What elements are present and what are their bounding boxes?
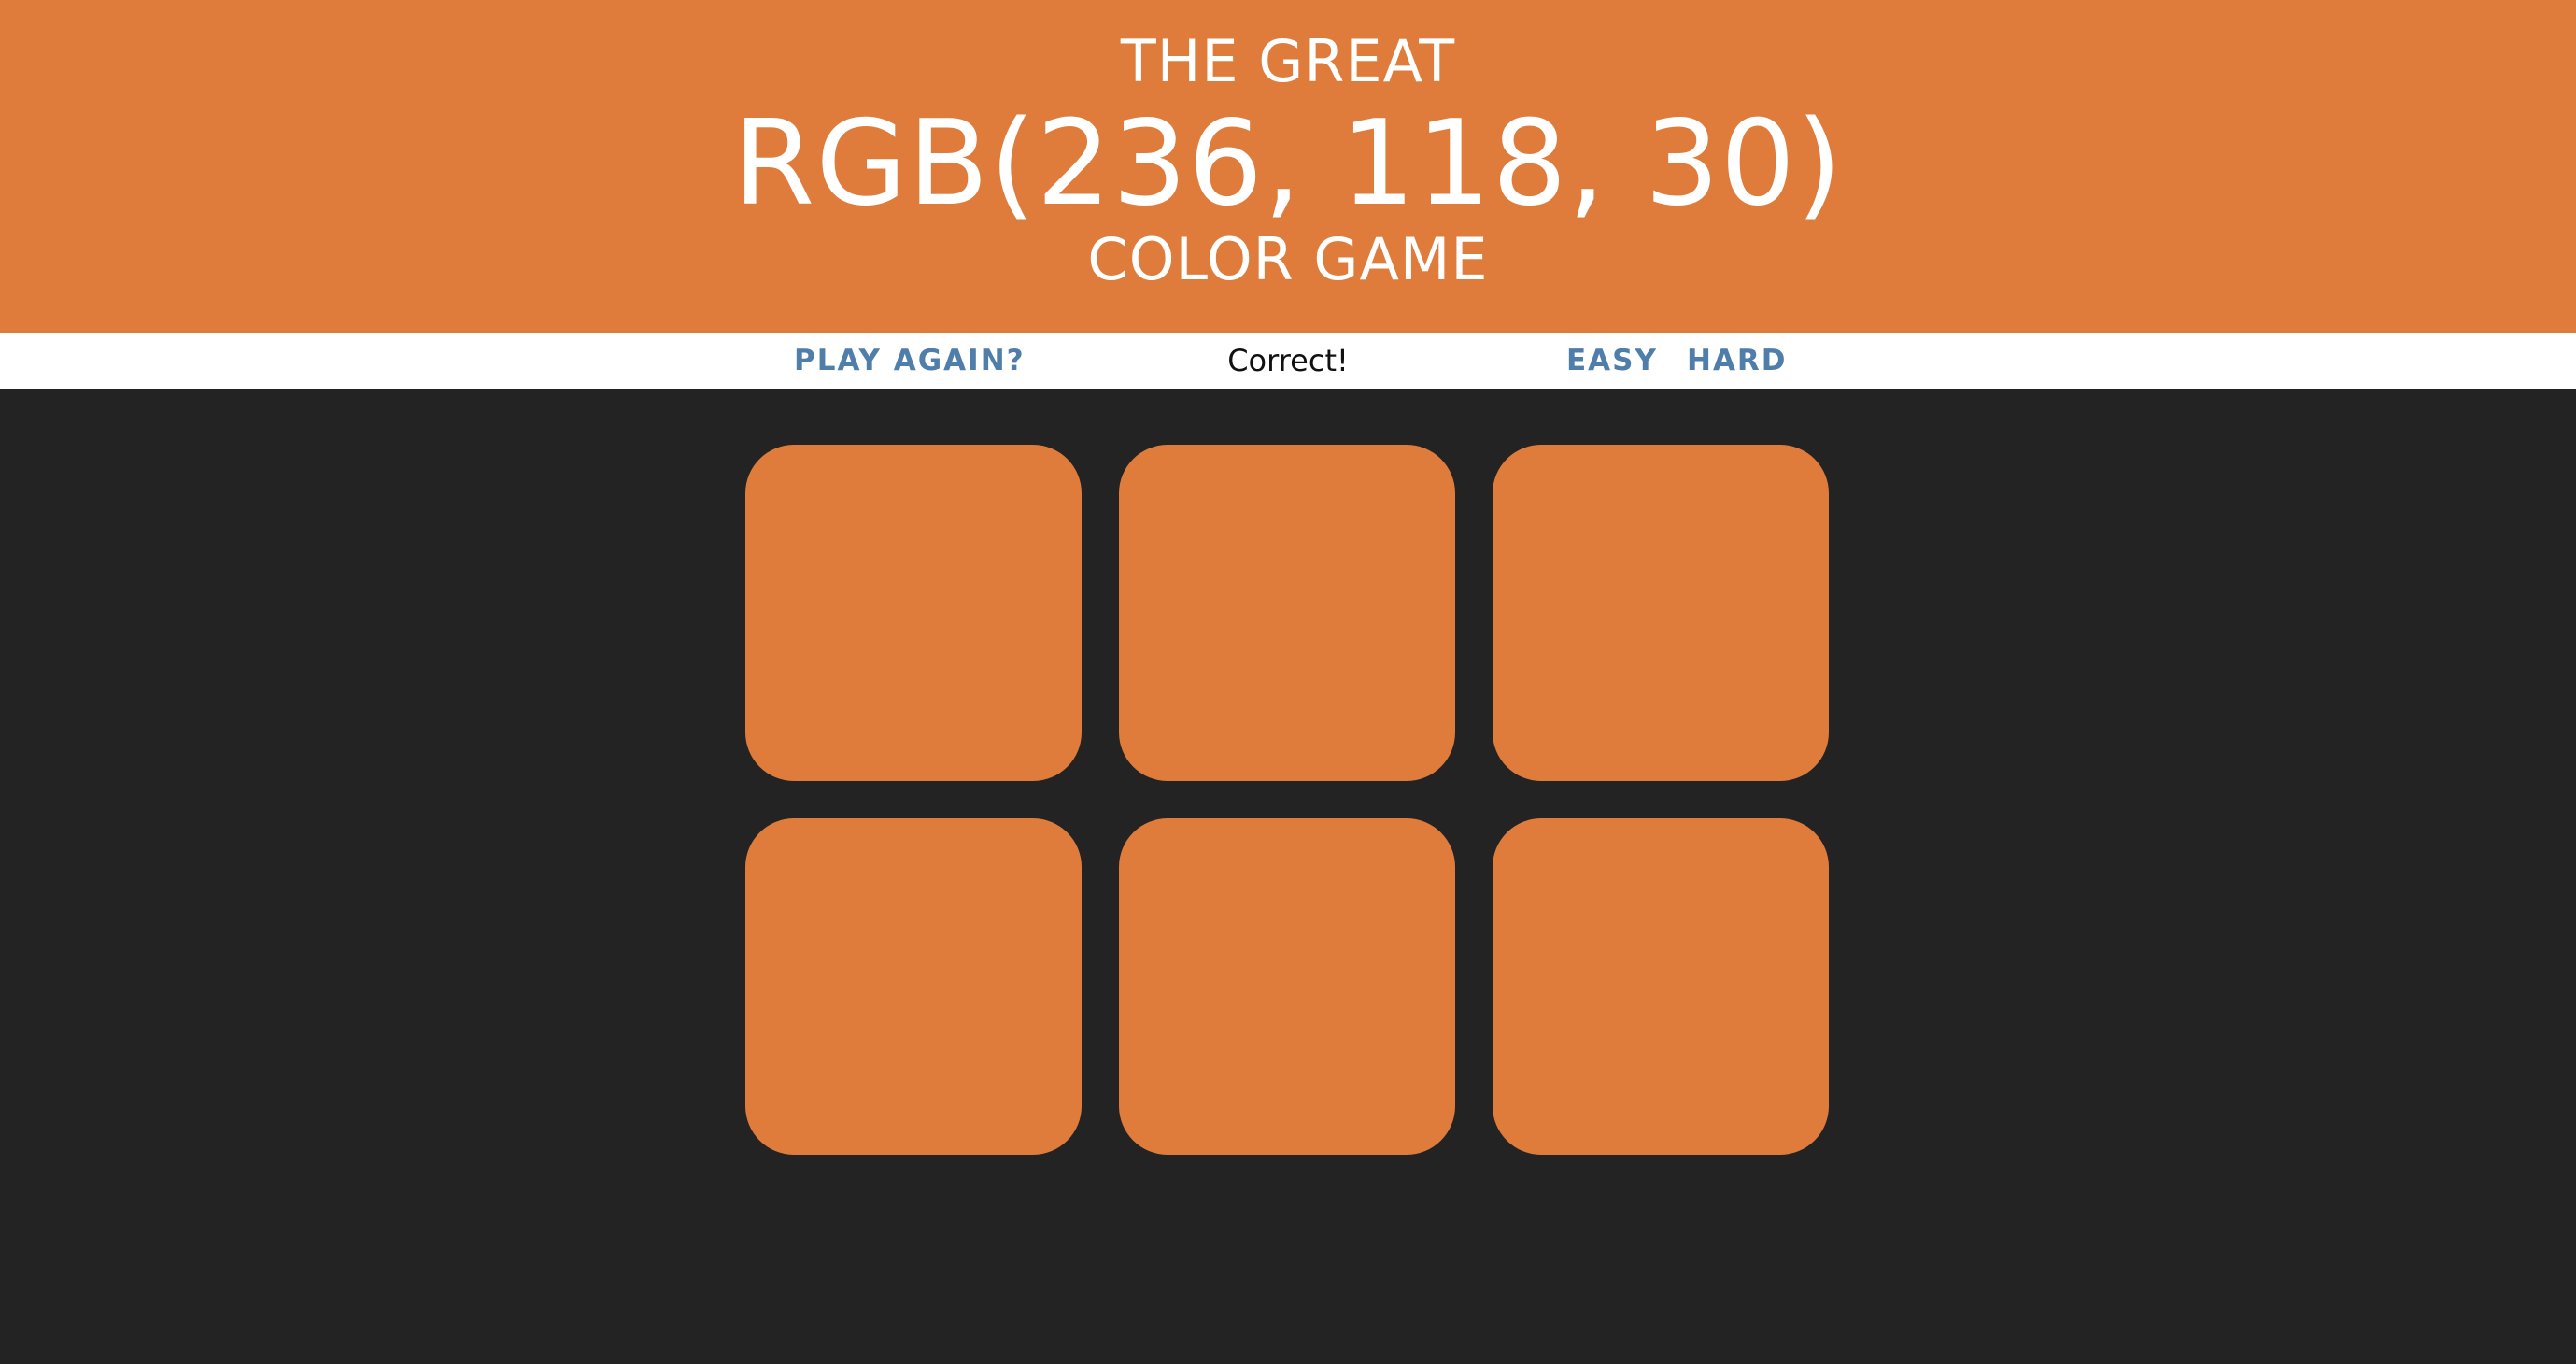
color-square-1[interactable] (745, 445, 1082, 781)
color-square-3[interactable] (1493, 445, 1829, 781)
play-again-button[interactable]: PLAY AGAIN? (794, 333, 1026, 389)
game-header: THE GREAT RGB(236, 118, 30) COLOR GAME (0, 0, 2576, 333)
title-color-game: COLOR GAME (1087, 225, 1489, 293)
color-square-2[interactable] (1119, 445, 1455, 781)
target-color-display: RGB(236, 118, 30) (732, 94, 1844, 232)
color-square-6[interactable] (1493, 818, 1829, 1155)
status-message: Correct! (1227, 343, 1349, 378)
color-board (0, 389, 2576, 1364)
title-the-great: THE GREAT (1120, 27, 1456, 95)
control-stripe: PLAY AGAIN? Correct! EASY HARD (0, 333, 2576, 389)
easy-mode-button[interactable]: EASY (1566, 333, 1658, 389)
color-square-4[interactable] (745, 818, 1082, 1155)
color-square-5[interactable] (1119, 818, 1455, 1155)
hard-mode-button[interactable]: HARD (1687, 333, 1788, 389)
